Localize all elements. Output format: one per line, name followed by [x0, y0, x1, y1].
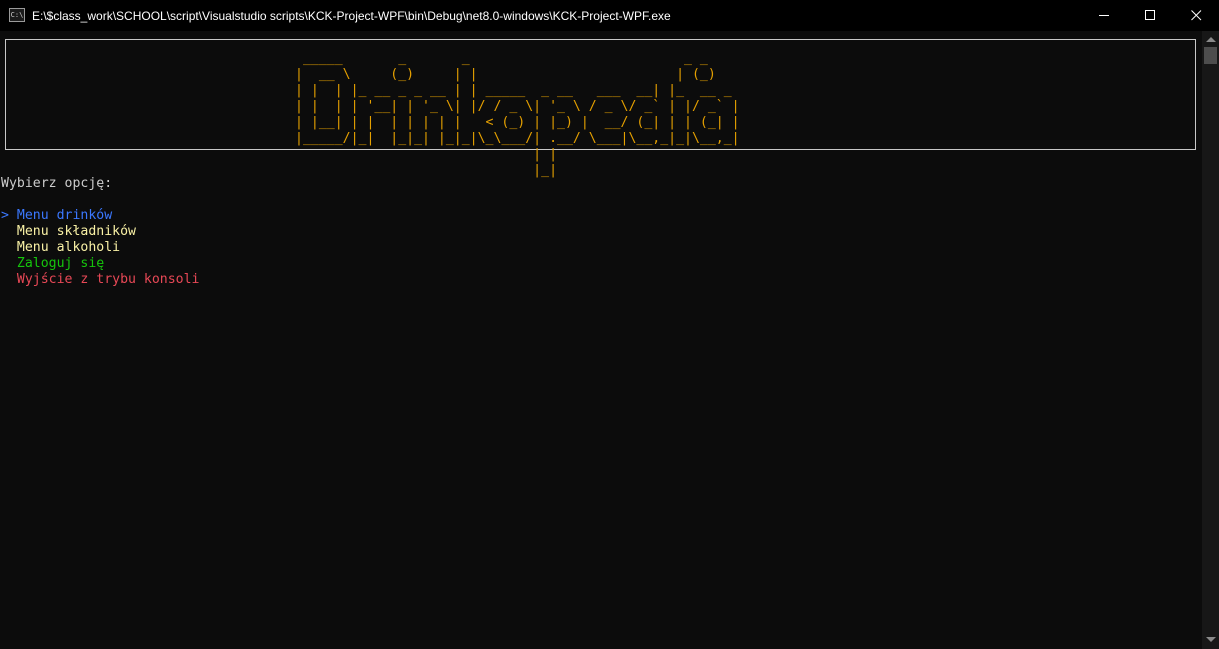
menu-item-drinks[interactable]: > Menu drinków	[1, 208, 200, 224]
menu-item-label: Menu drinków	[16, 208, 113, 223]
menu-item-exit-console[interactable]: Wyjście z trybu konsoli	[1, 272, 200, 288]
menu-item-label: Menu składników	[16, 224, 136, 239]
maximize-icon	[1145, 10, 1155, 20]
minimize-icon	[1099, 15, 1109, 16]
menu-item-label: Wyjście z trybu konsoli	[16, 272, 200, 287]
title-bar[interactable]: C:\ E:\$class_work\SCHOOL\script\Visuals…	[0, 0, 1219, 31]
selection-cursor: >	[1, 208, 9, 223]
minimize-button[interactable]	[1081, 0, 1127, 31]
menu-prompt: Wybierz opcję:	[1, 176, 113, 191]
console-output[interactable]: _____ _ _ _ _ | __ \ (_) | | | (_) | | |…	[0, 31, 1202, 649]
main-menu: > Menu drinków Menu składników Menu alko…	[1, 208, 200, 288]
close-icon	[1191, 10, 1202, 21]
scroll-down-arrow-icon[interactable]	[1206, 637, 1216, 642]
window-title: E:\$class_work\SCHOOL\script\Visualstudi…	[32, 9, 671, 23]
drinkopedia-ascii-banner: _____ _ _ _ _ | __ \ (_) | | | (_) | | |…	[295, 51, 740, 178]
maximize-button[interactable]	[1127, 0, 1173, 31]
close-button[interactable]	[1173, 0, 1219, 31]
console-window: C:\ E:\$class_work\SCHOOL\script\Visuals…	[0, 0, 1219, 649]
scroll-thumb[interactable]	[1204, 47, 1217, 64]
menu-item-ingredients[interactable]: Menu składników	[1, 224, 200, 240]
scroll-up-arrow-icon[interactable]	[1206, 37, 1216, 42]
vertical-scrollbar[interactable]	[1202, 31, 1219, 649]
menu-item-label: Menu alkoholi	[16, 240, 121, 255]
console-app-icon[interactable]: C:\	[9, 8, 25, 22]
menu-item-login[interactable]: Zaloguj się	[1, 256, 200, 272]
menu-item-label: Zaloguj się	[16, 256, 105, 271]
menu-item-alcohols[interactable]: Menu alkoholi	[1, 240, 200, 256]
